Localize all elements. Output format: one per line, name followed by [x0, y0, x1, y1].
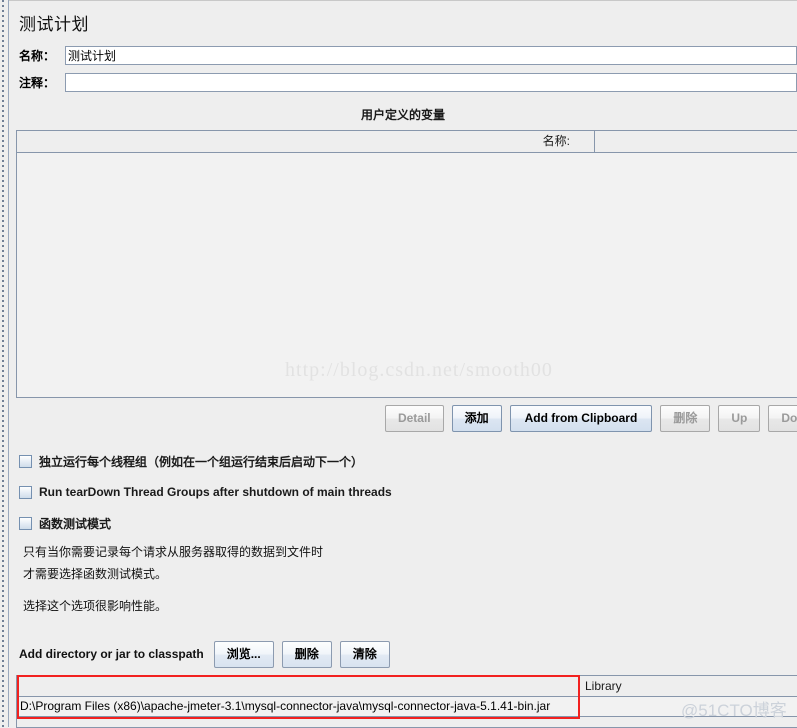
classpath-delete-button[interactable]: 删除 — [281, 640, 332, 668]
classpath-toolbar: Add directory or jar to classpath 浏览... … — [19, 640, 398, 668]
name-label: 名称： — [19, 49, 56, 63]
up-button[interactable]: Up — [718, 404, 761, 432]
checkbox-icon-functional-test-mode[interactable] — [19, 516, 32, 530]
classpath-table[interactable]: Library D:\Program Files (x86)\apache-jm… — [16, 675, 797, 728]
delete-button[interactable]: 删除 — [660, 404, 711, 432]
split-pane-grip — [2, 0, 4, 727]
option-label-functional-test-mode: 函数测试模式 — [39, 516, 112, 531]
option-row-serialize-thread-groups[interactable]: 独立运行每个线程组（例如在一个组运行结束后启动下一个） — [19, 452, 363, 470]
classpath-clear-button[interactable]: 清除 — [339, 640, 390, 668]
checkbox-icon-run-teardown[interactable] — [19, 485, 32, 499]
checkbox-icon-serialize-thread-groups[interactable] — [19, 454, 32, 468]
user-defined-variables-caption: 用户定义的变量 — [360, 108, 445, 122]
description-line-3: 选择这个选项很影响性能。 — [23, 599, 168, 613]
classpath-label: Add directory or jar to classpath — [19, 647, 204, 661]
name-field-row: 名称： 测试计划 — [19, 45, 797, 66]
down-button[interactable]: Down — [768, 404, 797, 432]
split-pane-divider[interactable] — [0, 0, 9, 727]
classpath-table-filler — [17, 717, 797, 727]
variables-button-bar: Detail 添加 Add from Clipboard 删除 Up Down — [9, 404, 797, 432]
description-line-2: 才需要选择函数测试模式。 — [23, 567, 168, 581]
classpath-column-header-path[interactable] — [17, 676, 580, 696]
table-body[interactable] — [17, 153, 797, 397]
option-label-run-teardown: Run tearDown Thread Groups after shutdow… — [39, 485, 392, 499]
option-label-serialize-thread-groups: 独立运行每个线程组（例如在一个组运行结束后启动下一个） — [39, 454, 364, 469]
classpath-column-header-library[interactable]: Library — [580, 676, 797, 696]
add-from-clipboard-button[interactable]: Add from Clipboard — [509, 404, 653, 432]
classpath-cell-path[interactable]: D:\Program Files (x86)\apache-jmeter-3.1… — [17, 697, 580, 716]
classpath-cell-library[interactable] — [580, 697, 797, 716]
name-input[interactable]: 测试计划 — [65, 46, 797, 65]
comment-field-row: 注释： — [19, 72, 797, 93]
page-title: 测试计划 — [19, 15, 89, 34]
comment-label: 注释： — [19, 76, 56, 90]
option-row-functional-test-mode[interactable]: 函数测试模式 — [19, 514, 111, 532]
column-header-name[interactable]: 名称: — [17, 131, 595, 152]
user-defined-variables-table[interactable]: 名称: — [16, 130, 797, 398]
browse-button[interactable]: 浏览... — [213, 640, 274, 668]
description-line-1: 只有当你需要记录每个请求从服务器取得的数据到文件时 — [23, 545, 324, 559]
detail-button[interactable]: Detail — [384, 404, 444, 432]
comment-input[interactable] — [65, 73, 797, 92]
option-row-run-teardown[interactable]: Run tearDown Thread Groups after shutdow… — [19, 483, 392, 501]
table-row[interactable]: D:\Program Files (x86)\apache-jmeter-3.1… — [17, 697, 797, 717]
table-header-row: 名称: — [17, 131, 797, 153]
add-button[interactable]: 添加 — [451, 404, 502, 432]
column-header-value[interactable] — [595, 131, 797, 152]
classpath-header-row: Library — [17, 676, 797, 697]
test-plan-panel: 测试计划 名称： 测试计划 注释： 用户定义的变量 名称: http://blo… — [9, 0, 797, 728]
